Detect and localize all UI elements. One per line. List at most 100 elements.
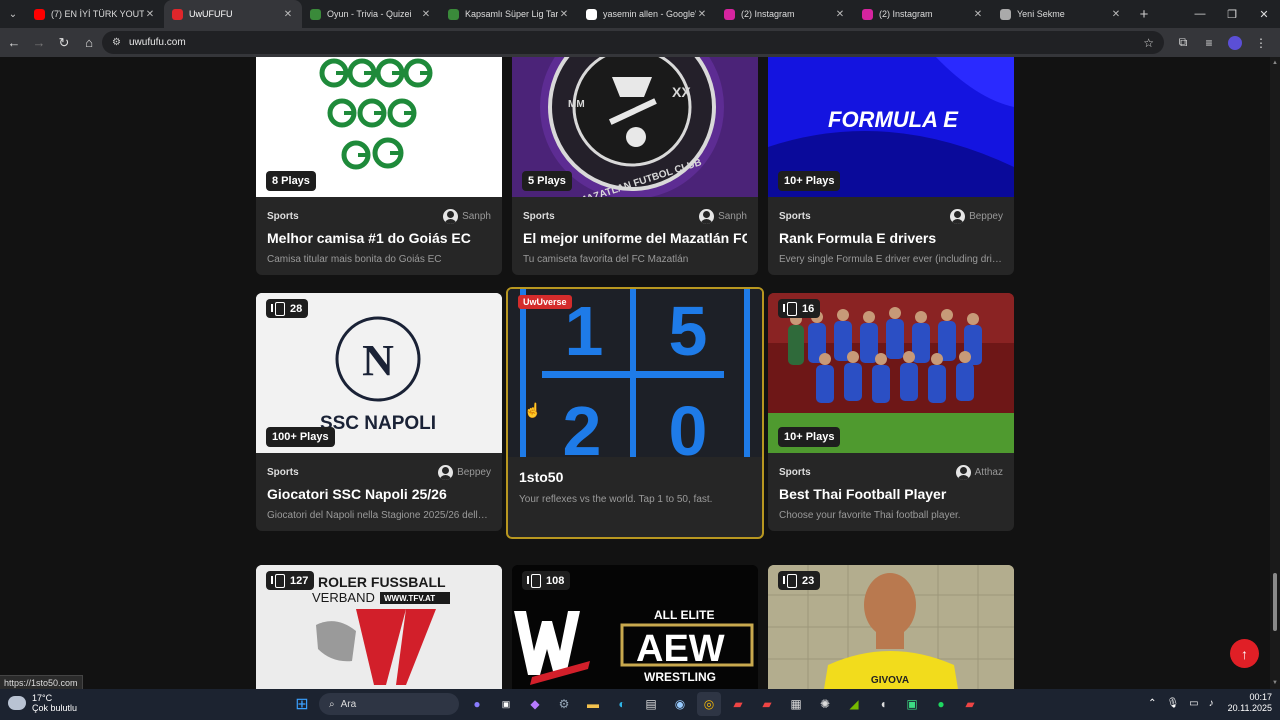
item-count-badge: 28 bbox=[266, 299, 309, 318]
tab-search-icon[interactable]: ⌄ bbox=[0, 0, 26, 28]
cards-stack-icon bbox=[271, 302, 285, 316]
extensions-icon[interactable]: ⧉ bbox=[1170, 35, 1196, 50]
number-grid-image: 1 5 2 0 bbox=[508, 289, 762, 457]
store-icon[interactable]: ▤ bbox=[639, 692, 663, 716]
clock[interactable]: 00:17 20.11.2025 bbox=[1228, 692, 1272, 714]
close-tab-icon[interactable]: ✕ bbox=[1110, 9, 1122, 20]
quiz-card[interactable]: ROLER FUSSBALL VERBAND WWW.TFV.AT 127 bbox=[256, 565, 502, 689]
quiz-card[interactable]: 8 Plays Sports Sanph Melhor camisa #1 do… bbox=[256, 57, 502, 275]
card-author[interactable]: Atthaz bbox=[955, 464, 1003, 480]
weather-widget[interactable]: 17°C Çok bulutlu bbox=[8, 693, 77, 713]
bookmark-star-icon[interactable]: ☆ bbox=[1143, 36, 1154, 50]
close-tab-icon[interactable]: ✕ bbox=[144, 9, 156, 20]
minimize-icon[interactable]: — bbox=[1184, 0, 1216, 28]
scroll-down-icon[interactable]: ▼ bbox=[1272, 680, 1278, 686]
nvidia-icon[interactable]: ◢ bbox=[842, 692, 866, 716]
reload-icon[interactable]: ↻ bbox=[52, 35, 76, 51]
card-title: Giocatori SSC Napoli 25/26 bbox=[267, 486, 447, 502]
network-icon[interactable]: ▭ bbox=[1189, 698, 1198, 709]
browser-tab[interactable]: UwUFUFU ✕ bbox=[164, 0, 302, 28]
browser-tab[interactable]: (2) Instagram ✕ bbox=[716, 0, 854, 28]
item-count: 108 bbox=[546, 574, 565, 587]
quiz-card-highlighted[interactable]: 1 5 2 0 UwUverse 1sto50 Your reflexes vs… bbox=[506, 287, 764, 539]
windows-start-icon[interactable]: ⊞ bbox=[290, 692, 314, 716]
discord-icon[interactable]: ● bbox=[465, 692, 489, 716]
quiz-card[interactable]: N SSC NAPOLI 28 100+ Plays Sports Beppey… bbox=[256, 293, 502, 531]
file-explorer-icon[interactable]: ▬ bbox=[581, 692, 605, 716]
tab-title: Kapsamlı Süper Lig Tarihi bbox=[465, 9, 558, 19]
media-icon[interactable]: ≡ bbox=[1196, 36, 1222, 50]
tab-title: Oyun - Trivia - Quizei bbox=[327, 9, 412, 19]
clock-time: 00:17 bbox=[1249, 692, 1272, 702]
napoli-letter: N bbox=[362, 336, 394, 385]
item-count-badge: 127 bbox=[266, 571, 315, 590]
tfv-mid-text: VERBAND bbox=[312, 590, 375, 605]
scrollbar-thumb[interactable] bbox=[1273, 573, 1277, 631]
card-author[interactable]: Sanph bbox=[699, 208, 747, 224]
browser-tab[interactable]: (7) EN İYİ TÜRK YOUTUBE✕ bbox=[26, 0, 164, 28]
card-image-goias: 8 Plays bbox=[256, 57, 502, 197]
close-tab-icon[interactable]: ✕ bbox=[558, 9, 570, 20]
card-author[interactable]: Beppey bbox=[950, 208, 1003, 224]
app-icon[interactable]: ▣ bbox=[900, 692, 924, 716]
chatgpt-icon[interactable]: ✺ bbox=[813, 692, 837, 716]
mazatlan-roman-text: XX bbox=[672, 84, 691, 100]
card-author[interactable]: Sanph bbox=[443, 208, 491, 224]
quiz-card[interactable]: FORMULA E 10+ Plays Sports Beppey Rank F… bbox=[768, 57, 1014, 275]
app-icon[interactable]: ▦ bbox=[784, 692, 808, 716]
site-info-icon[interactable]: ⚙ bbox=[112, 37, 121, 48]
epic-games-icon[interactable]: ▣ bbox=[494, 692, 518, 716]
close-tab-icon[interactable]: ✕ bbox=[282, 9, 294, 20]
tab-title: (7) EN İYİ TÜRK YOUTUBE bbox=[51, 9, 144, 19]
forward-icon[interactable]: → bbox=[27, 35, 51, 50]
close-window-icon[interactable]: ✕ bbox=[1248, 0, 1280, 28]
app-icon[interactable]: ▰ bbox=[726, 692, 750, 716]
browser-tab[interactable]: Oyun - Trivia - Quizei ✕ bbox=[302, 0, 440, 28]
app-icon[interactable]: ◖ bbox=[871, 692, 895, 716]
menu-icon[interactable]: ⋮ bbox=[1248, 36, 1274, 50]
page-scrollbar[interactable]: ▲ ▼ bbox=[1270, 57, 1280, 689]
scroll-up-icon[interactable]: ▲ bbox=[1272, 60, 1278, 66]
card-author[interactable]: Beppey bbox=[438, 464, 491, 480]
uwufufu-icon bbox=[172, 8, 183, 20]
quiz-card[interactable]: GIVOVA 23 bbox=[768, 565, 1014, 689]
new-tab-button[interactable]: + bbox=[1130, 6, 1158, 23]
browser-tab[interactable]: (2) Instagram ✕ bbox=[854, 0, 992, 28]
browser-tab[interactable]: Kapsamlı Süper Lig Tarihi ✕ bbox=[440, 0, 578, 28]
cards-stack-icon bbox=[783, 574, 797, 588]
app-icon[interactable]: ▰ bbox=[755, 692, 779, 716]
restore-icon[interactable]: ❐ bbox=[1216, 0, 1248, 28]
profile-avatar[interactable] bbox=[1228, 35, 1242, 50]
address-bar[interactable]: ⚙ uwufufu.com ☆ bbox=[102, 31, 1164, 54]
browser-tab[interactable]: Yeni Sekme ✕ bbox=[992, 0, 1130, 28]
tab-list: (7) EN İYİ TÜRK YOUTUBE✕UwUFUFU✕Oyun - T… bbox=[26, 0, 1130, 28]
quiz-card[interactable]: XX MM MAZATLAN FUTBOL CLUB 5 Plays Sport… bbox=[512, 57, 758, 275]
quiz-card[interactable]: 16 10+ Plays Sports Atthaz Best Thai Foo… bbox=[768, 293, 1014, 531]
app-icon[interactable]: ▰ bbox=[958, 692, 982, 716]
close-tab-icon[interactable]: ✕ bbox=[420, 9, 432, 20]
item-count: 23 bbox=[802, 574, 815, 587]
arrow-up-icon: ↑ bbox=[1241, 645, 1248, 662]
back-icon[interactable]: ← bbox=[2, 35, 26, 50]
chrome-icon[interactable]: ◎ bbox=[697, 692, 721, 716]
scroll-to-top-button[interactable]: ↑ bbox=[1230, 639, 1259, 668]
microphone-icon[interactable]: 🎙 bbox=[1166, 698, 1179, 709]
page-content: 8 Plays Sports Sanph Melhor camisa #1 do… bbox=[0, 57, 1270, 689]
browser-tab[interactable]: yasemin allen - Google'da✕ bbox=[578, 0, 716, 28]
quiz-icon bbox=[448, 8, 459, 20]
quiz-card[interactable]: ALL ELITE AEW WRESTLING 108 bbox=[512, 565, 758, 689]
spotify-icon[interactable]: ● bbox=[929, 692, 953, 716]
cards-stack-icon bbox=[527, 574, 541, 588]
settings-icon[interactable]: ⚙ bbox=[552, 692, 576, 716]
tray-expand-icon[interactable]: ⌃ bbox=[1148, 698, 1156, 709]
volume-icon[interactable]: ♪ bbox=[1209, 698, 1214, 709]
close-tab-icon[interactable]: ✕ bbox=[696, 9, 708, 20]
edge-icon[interactable]: ◐ bbox=[610, 692, 634, 716]
home-icon[interactable]: ⌂ bbox=[77, 35, 101, 50]
close-tab-icon[interactable]: ✕ bbox=[834, 9, 846, 20]
steam-icon[interactable]: ◉ bbox=[668, 692, 692, 716]
close-tab-icon[interactable]: ✕ bbox=[972, 9, 984, 20]
copilot-icon[interactable]: ◆ bbox=[523, 692, 547, 716]
taskbar-search[interactable]: ⌕ Ara bbox=[319, 693, 459, 715]
card-category: Sports bbox=[779, 466, 811, 478]
